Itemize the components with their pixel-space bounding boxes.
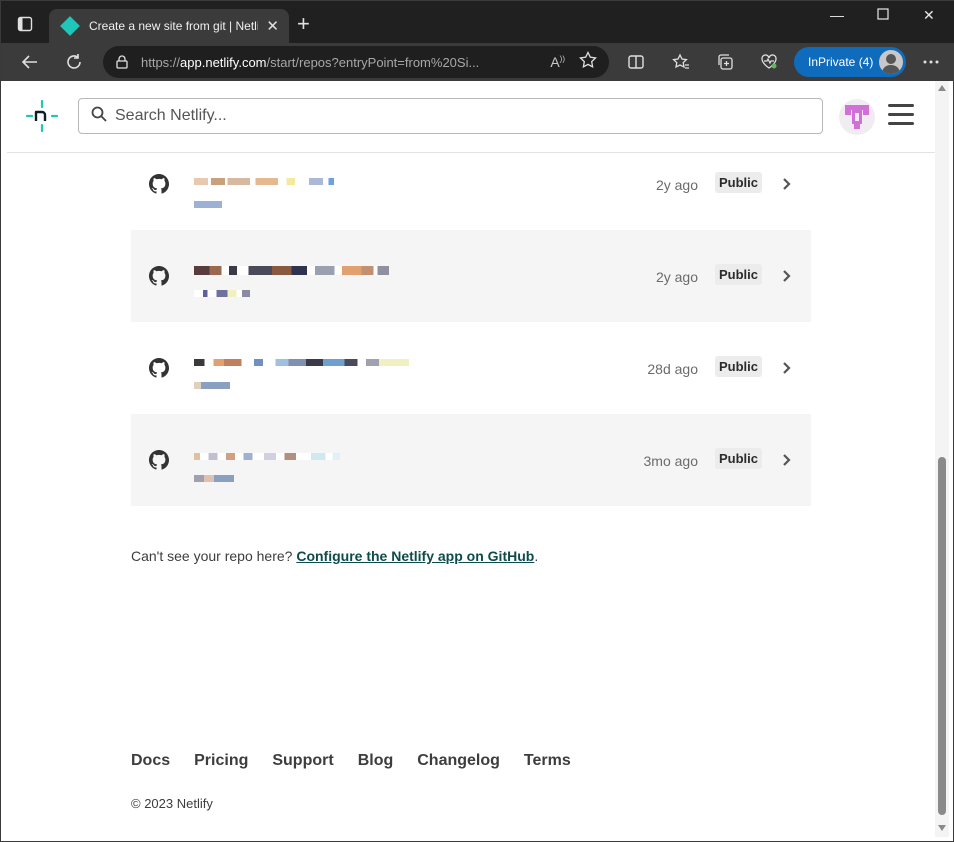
repo-row[interactable]: 3mo ago Public bbox=[131, 414, 811, 506]
browser-toolbar: https://app.netlify.com/start/repos?entr… bbox=[1, 43, 954, 81]
repo-owner-pixelated bbox=[194, 196, 222, 209]
repo-name-pixelated[interactable] bbox=[194, 354, 409, 368]
favorite-star-icon[interactable] bbox=[579, 50, 597, 74]
tab-actions-icon[interactable] bbox=[11, 10, 39, 38]
inprivate-button[interactable]: InPrivate (4) bbox=[794, 47, 906, 77]
search-input[interactable] bbox=[115, 107, 795, 125]
footer-link-pricing[interactable]: Pricing bbox=[194, 752, 248, 770]
scroll-down-arrow-icon[interactable] bbox=[938, 825, 946, 831]
favorites-icon[interactable] bbox=[670, 51, 692, 73]
chevron-right-icon bbox=[781, 453, 793, 467]
url-text[interactable]: https://app.netlify.com/start/repos?entr… bbox=[141, 55, 542, 70]
repo-owner-pixelated bbox=[194, 377, 230, 390]
split-screen-icon[interactable] bbox=[625, 51, 647, 73]
back-arrow-icon[interactable] bbox=[19, 51, 41, 73]
browser-window: Create a new site from git | Netlify ✕ +… bbox=[0, 0, 954, 842]
visibility-badge: Public bbox=[715, 356, 763, 377]
hamburger-menu-icon[interactable] bbox=[888, 104, 914, 128]
repo-list: 2y ago Public 2y ago Public 28d ago Publ… bbox=[131, 138, 811, 506]
footer-link-docs[interactable]: Docs bbox=[131, 752, 170, 770]
maximize-icon[interactable] bbox=[877, 7, 889, 23]
search-icon bbox=[91, 106, 107, 127]
tab-close-icon[interactable]: ✕ bbox=[266, 17, 279, 35]
github-icon bbox=[149, 266, 170, 286]
footer-link-support[interactable]: Support bbox=[272, 752, 333, 770]
minimize-icon[interactable]: — bbox=[830, 7, 844, 23]
new-tab-icon[interactable]: + bbox=[297, 13, 310, 35]
tab-active[interactable]: Create a new site from git | Netlify ✕ bbox=[49, 9, 289, 43]
page-scrollbar[interactable] bbox=[935, 81, 949, 837]
github-icon bbox=[149, 358, 170, 378]
inprivate-label: InPrivate (4) bbox=[808, 55, 874, 69]
repo-row[interactable]: 28d ago Public bbox=[131, 322, 811, 414]
scroll-up-arrow-icon[interactable] bbox=[938, 85, 946, 91]
repo-updated-age: 3mo ago bbox=[643, 453, 698, 469]
window-close-icon[interactable]: ✕ bbox=[923, 7, 935, 24]
browser-essentials-icon[interactable] bbox=[758, 51, 780, 73]
footer-link-terms[interactable]: Terms bbox=[524, 752, 571, 770]
tab-strip: Create a new site from git | Netlify ✕ +… bbox=[1, 1, 954, 43]
configure-github-app-link[interactable]: Configure the Netlify app on GitHub bbox=[296, 548, 534, 564]
github-icon bbox=[149, 174, 170, 194]
repo-name-pixelated[interactable] bbox=[194, 173, 334, 187]
repo-updated-age: 2y ago bbox=[655, 269, 698, 285]
netlify-logo-icon[interactable] bbox=[25, 99, 59, 133]
tab-title: Create a new site from git | Netlify bbox=[89, 19, 259, 33]
repo-row[interactable]: 2y ago Public bbox=[131, 230, 811, 322]
chevron-right-icon bbox=[781, 269, 793, 283]
page-viewport: 2y ago Public 2y ago Public 28d ago Publ… bbox=[7, 81, 935, 837]
visibility-badge: Public bbox=[715, 172, 763, 193]
profile-avatar-icon bbox=[879, 50, 903, 74]
repo-name-pixelated[interactable] bbox=[194, 262, 389, 276]
more-options-icon[interactable] bbox=[920, 51, 942, 73]
netlify-favicon-icon bbox=[60, 16, 80, 36]
missing-repo-help: Can't see your repo here? Configure the … bbox=[131, 548, 538, 564]
repo-owner-pixelated bbox=[194, 285, 250, 298]
visibility-badge: Public bbox=[715, 264, 763, 285]
search-box[interactable] bbox=[78, 98, 823, 134]
repo-updated-age: 28d ago bbox=[647, 361, 698, 377]
github-icon bbox=[149, 450, 170, 470]
user-avatar[interactable] bbox=[839, 99, 875, 135]
address-bar[interactable]: https://app.netlify.com/start/repos?entr… bbox=[103, 46, 609, 78]
read-aloud-icon[interactable]: A)) bbox=[550, 54, 565, 70]
app-header bbox=[7, 81, 935, 153]
repo-updated-age: 2y ago bbox=[655, 177, 698, 193]
refresh-icon[interactable] bbox=[63, 51, 85, 73]
chevron-right-icon bbox=[781, 177, 793, 191]
visibility-badge: Public bbox=[715, 448, 763, 469]
chevron-right-icon bbox=[781, 361, 793, 375]
repo-owner-pixelated bbox=[194, 470, 234, 483]
footer-nav: Docs Pricing Support Blog Changelog Term… bbox=[131, 752, 571, 770]
footer-link-blog[interactable]: Blog bbox=[358, 752, 394, 770]
footer-link-changelog[interactable]: Changelog bbox=[417, 752, 500, 770]
help-suffix: . bbox=[534, 548, 539, 564]
scrollbar-thumb[interactable] bbox=[938, 457, 946, 815]
collections-icon[interactable] bbox=[714, 51, 736, 73]
repo-name-pixelated[interactable] bbox=[194, 448, 340, 462]
lock-icon[interactable] bbox=[115, 55, 129, 69]
missing-repo-text: Can't see your repo here? bbox=[131, 548, 293, 564]
copyright: © 2023 Netlify bbox=[131, 796, 213, 811]
